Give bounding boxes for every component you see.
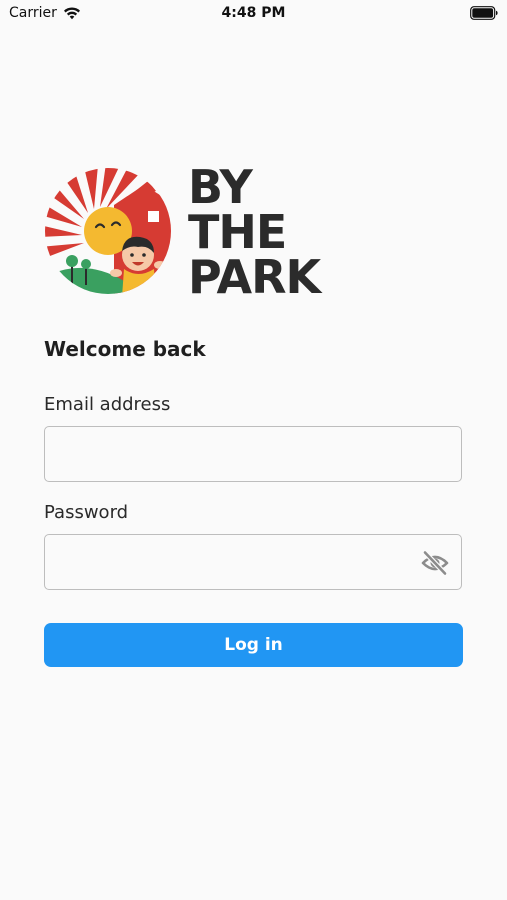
logo-wordmark: BY THE PARK	[188, 160, 321, 304]
logo-line-by: BY	[188, 160, 253, 214]
logo-line-park: PARK	[188, 250, 321, 304]
page-title: Welcome back	[44, 337, 206, 361]
login-button[interactable]: Log in	[44, 623, 463, 667]
email-field[interactable]	[45, 427, 461, 481]
password-field[interactable]	[45, 535, 461, 589]
eye-off-icon[interactable]	[421, 550, 449, 576]
status-time: 4:48 PM	[221, 5, 286, 21]
brand-logo: BY THE PARK	[44, 160, 349, 304]
password-label: Password	[44, 502, 129, 523]
battery-icon	[470, 6, 498, 20]
email-field-container	[44, 426, 462, 482]
logo-line-the: THE	[188, 205, 287, 259]
password-field-container	[44, 534, 462, 590]
logo-emblem-icon	[45, 168, 171, 294]
email-label: Email address	[44, 394, 171, 415]
status-bar: Carrier 4:48 PM	[0, 0, 507, 28]
